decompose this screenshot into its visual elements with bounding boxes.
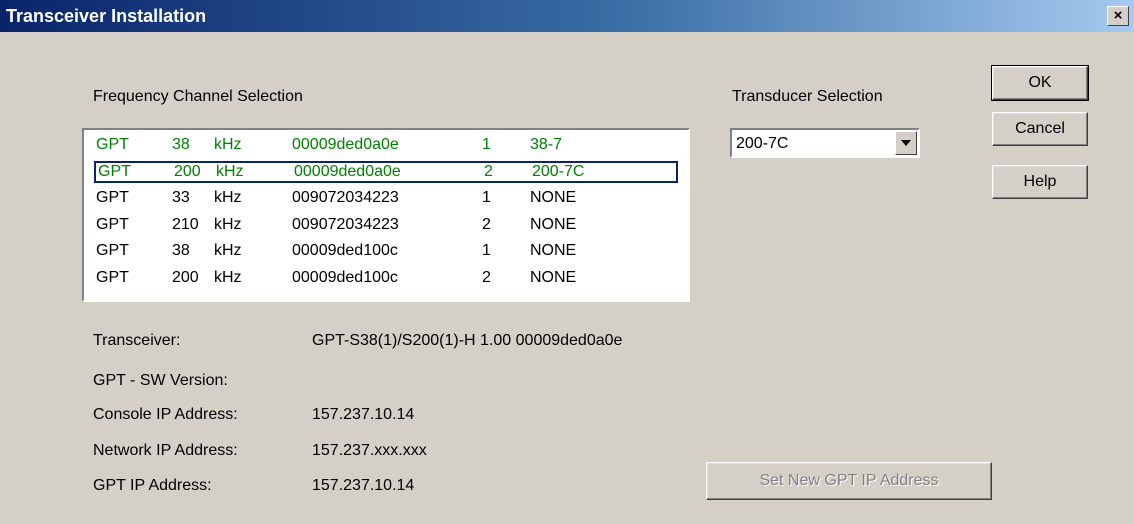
- channel-transducer: NONE: [530, 215, 577, 233]
- list-item[interactable]: GPT 200 kHz 00009ded0a0e 2 200-7C: [94, 160, 678, 183]
- window-title: Transceiver Installation: [6, 6, 207, 26]
- channel-serial: 00009ded0a0e: [292, 136, 399, 153]
- channel-type: GPT: [96, 268, 129, 286]
- console-ip-label: Console IP Address:: [93, 406, 238, 423]
- channel-transducer: NONE: [530, 189, 577, 206]
- network-ip-value: 157.237.xxx.xxx: [312, 442, 427, 459]
- channel-transducer: NONE: [530, 268, 577, 286]
- list-item[interactable]: GPT 38 kHz 00009ded0a0e 1 38-7: [92, 134, 612, 156]
- transceiver-installation-dialog: Transceiver Installation × Frequency Cha…: [0, 0, 1134, 524]
- help-button[interactable]: Help: [992, 165, 1088, 199]
- transceiver-value: GPT-S38(1)/S200(1)-H 1.00 00009ded0a0e: [312, 332, 623, 349]
- frequency-channel-list[interactable]: GPT 38 kHz 00009ded0a0e 1 38-7 GPT 200 kHz 00009d…: [82, 128, 690, 302]
- channel-unit: kHz: [214, 242, 242, 259]
- transducer-select[interactable]: 200-7C: [730, 128, 920, 158]
- chevron-down-icon[interactable]: [895, 131, 917, 155]
- channel-freq: 200: [174, 162, 201, 180]
- transceiver-label: Transceiver:: [93, 332, 181, 349]
- channel-type: GPT: [96, 189, 129, 206]
- transducer-select-value: 200-7C: [736, 135, 789, 152]
- list-item[interactable]: GPT 210 kHz 009072034223 2 NONE: [92, 214, 612, 236]
- channel-ch: 1: [482, 136, 491, 153]
- channel-ch: 1: [482, 189, 491, 206]
- frequency-channel-label: Frequency Channel Selection: [93, 88, 303, 105]
- channel-type: GPT: [96, 136, 129, 153]
- channel-unit: kHz: [214, 136, 242, 153]
- close-icon: ×: [1113, 7, 1123, 24]
- channel-serial: 009072034223: [292, 215, 399, 233]
- channel-transducer: 200-7C: [532, 162, 585, 180]
- list-item[interactable]: GPT 200 kHz 00009ded100c 2 NONE: [92, 267, 612, 289]
- channel-serial: 009072034223: [292, 189, 399, 206]
- gpt-ip-label: GPT IP Address:: [93, 477, 212, 494]
- channel-serial: 00009ded100c: [292, 268, 398, 286]
- transducer-selection-label: Transducer Selection: [732, 88, 883, 105]
- channel-ch: 1: [482, 242, 491, 259]
- close-button[interactable]: ×: [1107, 6, 1129, 26]
- channel-unit: kHz: [216, 162, 244, 180]
- list-item[interactable]: GPT 33 kHz 009072034223 1 NONE: [92, 187, 612, 209]
- channel-ch: 2: [482, 268, 491, 286]
- channel-serial: 00009ded100c: [292, 242, 398, 259]
- set-new-gpt-ip-button[interactable]: Set New GPT IP Address: [706, 462, 992, 500]
- channel-unit: kHz: [214, 189, 242, 206]
- channel-type: GPT: [98, 162, 131, 180]
- cancel-button[interactable]: Cancel: [992, 112, 1088, 146]
- channel-serial: 00009ded0a0e: [294, 162, 401, 180]
- channel-unit: kHz: [214, 215, 242, 233]
- channel-freq: 38: [172, 242, 190, 259]
- channel-ch: 2: [484, 162, 493, 180]
- channel-type: GPT: [96, 242, 129, 259]
- sw-version-label: GPT - SW Version:: [93, 372, 228, 389]
- channel-unit: kHz: [214, 268, 242, 286]
- gpt-ip-value: 157.237.10.14: [312, 477, 415, 494]
- list-item[interactable]: GPT 38 kHz 00009ded100c 1 NONE: [92, 240, 612, 262]
- channel-freq: 200: [172, 268, 199, 286]
- channel-freq: 38: [172, 136, 190, 153]
- ok-button[interactable]: OK: [991, 65, 1089, 101]
- channel-type: GPT: [96, 215, 129, 233]
- channel-transducer: 38-7: [530, 136, 563, 153]
- channel-freq: 210: [172, 215, 199, 233]
- channel-transducer: NONE: [530, 242, 577, 259]
- channel-freq: 33: [172, 189, 190, 206]
- console-ip-value: 157.237.10.14: [312, 406, 415, 423]
- title-bar[interactable]: Transceiver Installation ×: [0, 0, 1134, 32]
- network-ip-label: Network IP Address:: [93, 442, 238, 459]
- channel-ch: 2: [482, 215, 491, 233]
